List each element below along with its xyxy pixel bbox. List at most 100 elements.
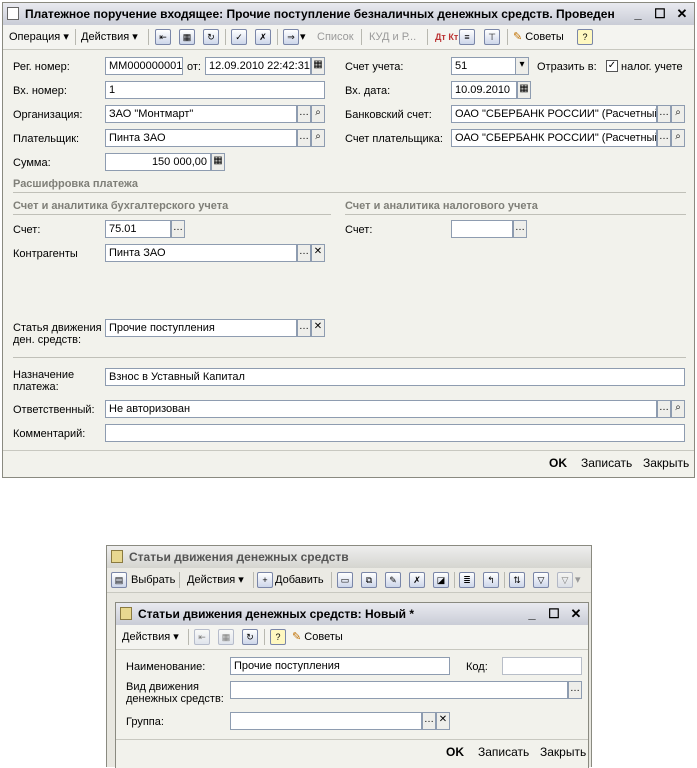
calendar-icon[interactable]: ▦ [311, 57, 325, 75]
delete-mark-icon[interactable]: ✗ [409, 572, 425, 588]
purpose-field[interactable]: Взнос в Уставный Капитал [105, 368, 685, 386]
tips-button[interactable]: ✎ Советы [513, 28, 564, 46]
based-on-dropdown-icon[interactable]: ▾ [300, 28, 306, 46]
accounting-account-field[interactable]: 75.01 [105, 220, 171, 238]
select-icon[interactable]: ▤ [111, 572, 127, 588]
help-icon[interactable]: ? [270, 629, 286, 645]
ellipsis-icon[interactable]: … [657, 400, 671, 418]
filter-off-icon[interactable]: ▽ [557, 572, 573, 588]
payer-field[interactable]: Пинта ЗАО [105, 129, 297, 147]
chevron-down-icon[interactable]: ▾ [515, 57, 529, 75]
ellipsis-icon[interactable]: … [297, 129, 311, 147]
tax-checkbox[interactable]: ✓ [606, 60, 618, 72]
save-button[interactable]: Записать [478, 745, 529, 759]
help-icon[interactable]: ? [577, 29, 593, 45]
new-item-button-bar: OK Записать Закрыть [116, 739, 588, 768]
clear-icon[interactable]: ✕ [311, 319, 325, 337]
search-icon[interactable]: ⌕ [311, 129, 325, 147]
group-field[interactable] [230, 712, 422, 730]
ellipsis-icon[interactable]: … [568, 681, 582, 699]
sum-field[interactable]: 150 000,00 [105, 153, 211, 171]
list-actions-menu[interactable]: Действия ▾ [187, 571, 244, 589]
ok-button[interactable]: OK [446, 745, 464, 759]
structure-icon[interactable]: ⊤ [484, 29, 500, 45]
date-field[interactable]: 12.09.2010 22:42:31 [205, 57, 311, 75]
ellipsis-icon[interactable]: … [657, 129, 671, 147]
back-arrow-icon[interactable]: ⇤ [194, 629, 210, 645]
account-select[interactable]: 51 [451, 57, 517, 75]
operation-menu[interactable]: Операция ▾ [9, 28, 69, 46]
cash-item-field[interactable]: Прочие поступления [105, 319, 297, 337]
ok-button[interactable]: OK [549, 456, 567, 470]
code-field[interactable] [502, 657, 582, 675]
reg-number-field[interactable]: ММ000000001 [105, 57, 183, 75]
calendar-doc-icon[interactable]: ▦ [218, 629, 234, 645]
dt-kt-button[interactable]: Дт Кт [435, 28, 458, 46]
counterparties-field[interactable]: Пинта ЗАО [105, 244, 297, 262]
close-button[interactable]: Закрыть [643, 456, 689, 470]
edit-icon[interactable]: ✎ [385, 572, 401, 588]
in-number-field[interactable]: 1 [105, 81, 325, 99]
filter-icon[interactable]: ▽ [533, 572, 549, 588]
add-button[interactable]: Добавить [275, 571, 324, 589]
list-button[interactable]: Список [317, 28, 354, 46]
edit-box-icon[interactable]: ◪ [433, 572, 449, 588]
copy-icon[interactable]: ⧉ [361, 572, 377, 588]
report-icon[interactable]: ≡ [459, 29, 475, 45]
in-date-field[interactable]: 10.09.2010 [451, 81, 517, 99]
ellipsis-icon[interactable]: … [171, 220, 185, 238]
close-button[interactable]: Закрыть [540, 745, 586, 759]
ellipsis-icon[interactable]: … [297, 244, 311, 262]
save-button[interactable]: Записать [581, 456, 632, 470]
organization-field[interactable]: ЗАО "Монтмарт" [105, 105, 297, 123]
search-icon[interactable]: ⌕ [671, 400, 685, 418]
ellipsis-icon[interactable]: … [513, 220, 527, 238]
ellipsis-icon[interactable]: … [422, 712, 436, 730]
actions-menu[interactable]: Действия ▾ [81, 28, 138, 46]
close-icon[interactable]: ✕ [570, 603, 582, 625]
minimize-icon[interactable]: _ [526, 603, 538, 625]
new-item-actions-menu[interactable]: Действия ▾ [122, 628, 179, 646]
ellipsis-icon[interactable]: … [657, 105, 671, 123]
back-arrow-icon[interactable]: ⇤ [155, 29, 171, 45]
maximize-icon[interactable]: ☐ [548, 603, 560, 625]
search-icon[interactable]: ⌕ [311, 105, 325, 123]
up-level-icon[interactable]: ↰ [483, 572, 499, 588]
post-icon[interactable]: ✓ [231, 29, 247, 45]
clear-icon[interactable]: ✕ [436, 712, 450, 730]
search-icon[interactable]: ⌕ [671, 129, 685, 147]
comment-field[interactable] [105, 424, 685, 442]
sort-icon[interactable]: ⇅ [509, 572, 525, 588]
calendar-icon[interactable]: ▦ [517, 81, 531, 99]
add-icon[interactable]: + [257, 572, 273, 588]
decoding-section-title: Расшифровка платежа [13, 178, 139, 190]
search-icon[interactable]: ⌕ [671, 105, 685, 123]
calculator-icon[interactable]: ▦ [211, 153, 225, 171]
minimize-icon[interactable]: _ [632, 3, 644, 25]
refresh-icon[interactable]: ↻ [242, 629, 258, 645]
based-on-icon[interactable]: ⇒ [283, 29, 299, 45]
maximize-icon[interactable]: ☐ [654, 3, 666, 25]
title-bar[interactable]: Платежное поручение входящее: Прочие пос… [3, 3, 694, 26]
add-folder-icon[interactable]: ▭ [337, 572, 353, 588]
responsible-field[interactable]: Не авторизован [105, 400, 657, 418]
ellipsis-icon[interactable]: … [297, 105, 311, 123]
clear-icon[interactable]: ✕ [311, 244, 325, 262]
movement-kind-field[interactable] [230, 681, 568, 699]
new-item-title-bar[interactable]: Статьи движения денежных средств: Новый … [116, 603, 588, 626]
payer-account-field[interactable]: ОАО "СБЕРБАНК РОССИИ" (Расчетный) [451, 129, 657, 147]
unpost-icon[interactable]: ✗ [255, 29, 271, 45]
close-icon[interactable]: ✕ [676, 3, 688, 25]
ellipsis-icon[interactable]: … [297, 319, 311, 337]
refresh-icon[interactable]: ↻ [203, 29, 219, 45]
tax-account-field[interactable] [451, 220, 513, 238]
calendar-doc-icon[interactable]: ▦ [179, 29, 195, 45]
list-title-bar[interactable]: Статьи движения денежных средств [107, 546, 591, 569]
kud-button[interactable]: КУД и Р... [369, 28, 416, 46]
name-field[interactable]: Прочие поступления [230, 657, 450, 675]
hierarchy-icon[interactable]: ≣ [459, 572, 475, 588]
filter-dropdown-icon[interactable]: ▾ [575, 571, 581, 589]
bank-account-field[interactable]: ОАО "СБЕРБАНК РОССИИ" (Расчетный) [451, 105, 657, 123]
select-button[interactable]: Выбрать [131, 571, 175, 589]
tips-button[interactable]: ✎ Советы [292, 628, 343, 646]
